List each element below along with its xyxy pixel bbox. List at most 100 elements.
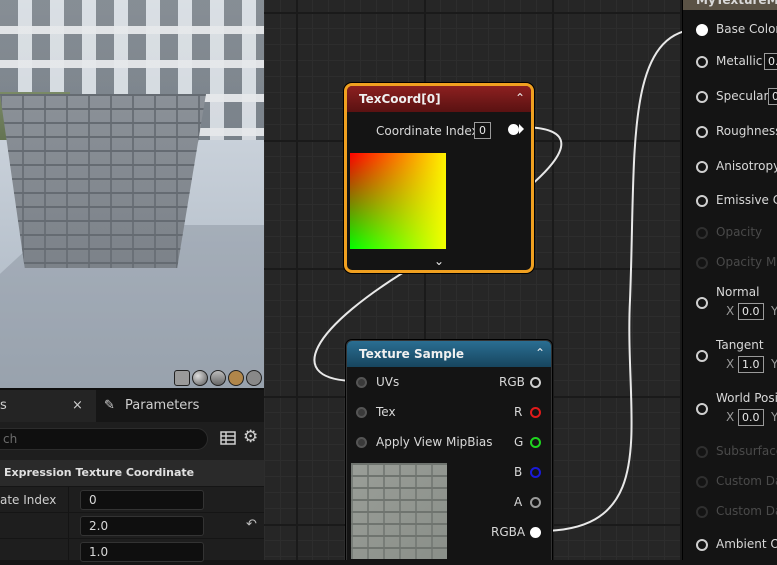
result-pin-row[interactable]: Emissive Co bbox=[683, 192, 777, 210]
teapot-shape-icon[interactable] bbox=[246, 370, 262, 386]
result-vector-row[interactable]: World Posit X 0.0 Y bbox=[683, 390, 777, 430]
result-pin-row[interactable]: Ambient Oc bbox=[683, 536, 777, 554]
coordinate-index-label: Coordinate Index bbox=[376, 124, 479, 138]
mipbias-input-pin[interactable] bbox=[356, 437, 367, 448]
texcoord-output-pin[interactable] bbox=[508, 124, 519, 135]
result-pin-row[interactable]: Anisotropy bbox=[683, 158, 777, 176]
normal-axis-y: Y bbox=[771, 304, 777, 318]
custom-data-1-label: Custom Dat bbox=[716, 504, 777, 518]
property-row: 2.0 ↶ bbox=[0, 512, 264, 539]
texture-sample-node-header[interactable]: Texture Sample bbox=[347, 341, 551, 367]
tangent-pin[interactable] bbox=[696, 350, 708, 362]
a-output-pin[interactable] bbox=[530, 497, 541, 508]
rgba-output-pin[interactable] bbox=[530, 527, 541, 538]
tangent-x-input[interactable]: 1.0 bbox=[738, 356, 764, 373]
world-position-axis-x: X bbox=[726, 410, 735, 424]
reset-to-default-icon[interactable]: ↶ bbox=[246, 517, 257, 532]
material-result-node[interactable]: MyTextureMa Base Color Metallic 0. Specu… bbox=[682, 0, 777, 560]
result-vector-row[interactable]: Normal X 0.0 Y bbox=[683, 284, 777, 324]
specular-label: Specular bbox=[716, 89, 769, 103]
table-view-icon[interactable] bbox=[220, 430, 236, 446]
result-pin-row[interactable]: Specular 0 bbox=[683, 88, 777, 106]
pencil-icon: ✎ bbox=[104, 398, 115, 413]
result-pin-row: Opacity Ma bbox=[683, 254, 777, 272]
normal-label: Normal bbox=[716, 285, 760, 299]
emissive-color-pin[interactable] bbox=[696, 195, 708, 207]
texcoord-node-header[interactable]: TexCoord[0] bbox=[347, 86, 531, 112]
uvs-input-label: UVs bbox=[376, 375, 400, 389]
property-row: 1.0 bbox=[0, 538, 264, 565]
column-divider[interactable] bbox=[68, 487, 69, 513]
tab-details[interactable]: s × bbox=[0, 390, 96, 422]
uvs-input-pin[interactable] bbox=[356, 377, 367, 388]
texture-sample-node[interactable]: Texture Sample ⌃ UVs Tex Apply View MipB… bbox=[346, 340, 552, 560]
specular-pin[interactable] bbox=[696, 91, 708, 103]
section-header[interactable]: Expression Texture Coordinate bbox=[0, 460, 264, 486]
normal-pin[interactable] bbox=[696, 297, 708, 309]
metallic-input[interactable]: 0. bbox=[764, 53, 777, 70]
result-pin-row[interactable]: Metallic 0. bbox=[683, 53, 777, 71]
metallic-label: Metallic bbox=[716, 54, 763, 68]
tangent-label: Tangent bbox=[716, 338, 764, 352]
gear-icon[interactable]: ⚙ bbox=[243, 428, 258, 446]
opacity-pin bbox=[696, 227, 708, 239]
normal-x-input[interactable]: 0.0 bbox=[738, 303, 764, 320]
property-value-input[interactable]: 0 bbox=[80, 490, 204, 510]
cube-shape-icon[interactable] bbox=[228, 370, 244, 386]
property-value-input[interactable]: 2.0 bbox=[80, 516, 204, 536]
result-vector-row[interactable]: Tangent X 1.0 Y bbox=[683, 337, 777, 377]
cylinder-shape-icon[interactable] bbox=[174, 370, 190, 386]
emissive-color-label: Emissive Co bbox=[716, 193, 777, 207]
expand-chevron-down-icon[interactable]: ⌄ bbox=[434, 254, 444, 268]
property-row: ate Index 0 bbox=[0, 486, 264, 513]
collapse-chevron-up-icon[interactable]: ⌃ bbox=[535, 346, 545, 360]
plane-shape-icon[interactable] bbox=[210, 370, 226, 386]
specular-input[interactable]: 0 bbox=[768, 88, 777, 105]
material-preview-viewport[interactable] bbox=[0, 0, 264, 388]
close-icon[interactable]: × bbox=[72, 390, 83, 422]
search-input[interactable]: ch bbox=[0, 428, 208, 450]
g-output-pin[interactable] bbox=[530, 437, 541, 448]
world-position-axis-y: Y bbox=[771, 410, 777, 424]
tab-parameters[interactable]: ✎ Parameters bbox=[96, 390, 264, 422]
tex-input-label: Tex bbox=[376, 405, 396, 419]
normal-axis-x: X bbox=[726, 304, 735, 318]
coordinate-index-input[interactable]: 0 bbox=[474, 122, 491, 139]
result-pin-row: Opacity bbox=[683, 224, 777, 242]
world-position-x-input[interactable]: 0.0 bbox=[738, 409, 764, 426]
texcoord-node[interactable]: TexCoord[0] ⌃ Coordinate Index 0 ⌄ bbox=[344, 83, 534, 273]
result-pin-row: Subsurface bbox=[683, 443, 777, 461]
sphere-shape-icon[interactable] bbox=[192, 370, 208, 386]
r-output-pin[interactable] bbox=[530, 407, 541, 418]
details-tab-bar: s × ✎ Parameters bbox=[0, 390, 264, 422]
custom-data-0-label: Custom Dat bbox=[716, 474, 777, 488]
metallic-pin[interactable] bbox=[696, 56, 708, 68]
wire-rgba-to-basecolor bbox=[539, 28, 701, 532]
tab-parameters-label: Parameters bbox=[125, 398, 200, 413]
anisotropy-pin[interactable] bbox=[696, 161, 708, 173]
anisotropy-label: Anisotropy bbox=[716, 159, 777, 173]
base-color-pin[interactable] bbox=[696, 24, 708, 36]
result-pin-row[interactable]: Roughness bbox=[683, 123, 777, 141]
opacity-mask-pin bbox=[696, 257, 708, 269]
texture-thumbnail bbox=[351, 463, 447, 559]
world-position-offset-pin[interactable] bbox=[696, 403, 708, 415]
roughness-pin[interactable] bbox=[696, 126, 708, 138]
world-position-offset-label: World Posit bbox=[716, 391, 777, 405]
ambient-occlusion-pin[interactable] bbox=[696, 539, 708, 551]
details-panel: s × ✎ Parameters ch ⚙ Expression Texture… bbox=[0, 388, 264, 565]
column-divider[interactable] bbox=[68, 513, 69, 539]
result-node-title[interactable]: MyTextureMa bbox=[683, 0, 777, 10]
column-divider[interactable] bbox=[68, 539, 69, 565]
tex-input-pin[interactable] bbox=[356, 407, 367, 418]
result-pin-row: Custom Dat bbox=[683, 503, 777, 521]
uv-gradient-preview bbox=[350, 153, 446, 249]
preview-shape-toolbar bbox=[174, 370, 262, 386]
b-output-pin[interactable] bbox=[530, 467, 541, 478]
result-pin-row[interactable]: Base Color bbox=[683, 21, 777, 39]
rgb-output-pin[interactable] bbox=[530, 377, 541, 388]
collapse-chevron-up-icon[interactable]: ⌃ bbox=[515, 91, 525, 105]
search-row: ch ⚙ bbox=[0, 426, 264, 452]
property-value-input[interactable]: 1.0 bbox=[80, 542, 204, 562]
r-output-label: R bbox=[514, 405, 523, 419]
